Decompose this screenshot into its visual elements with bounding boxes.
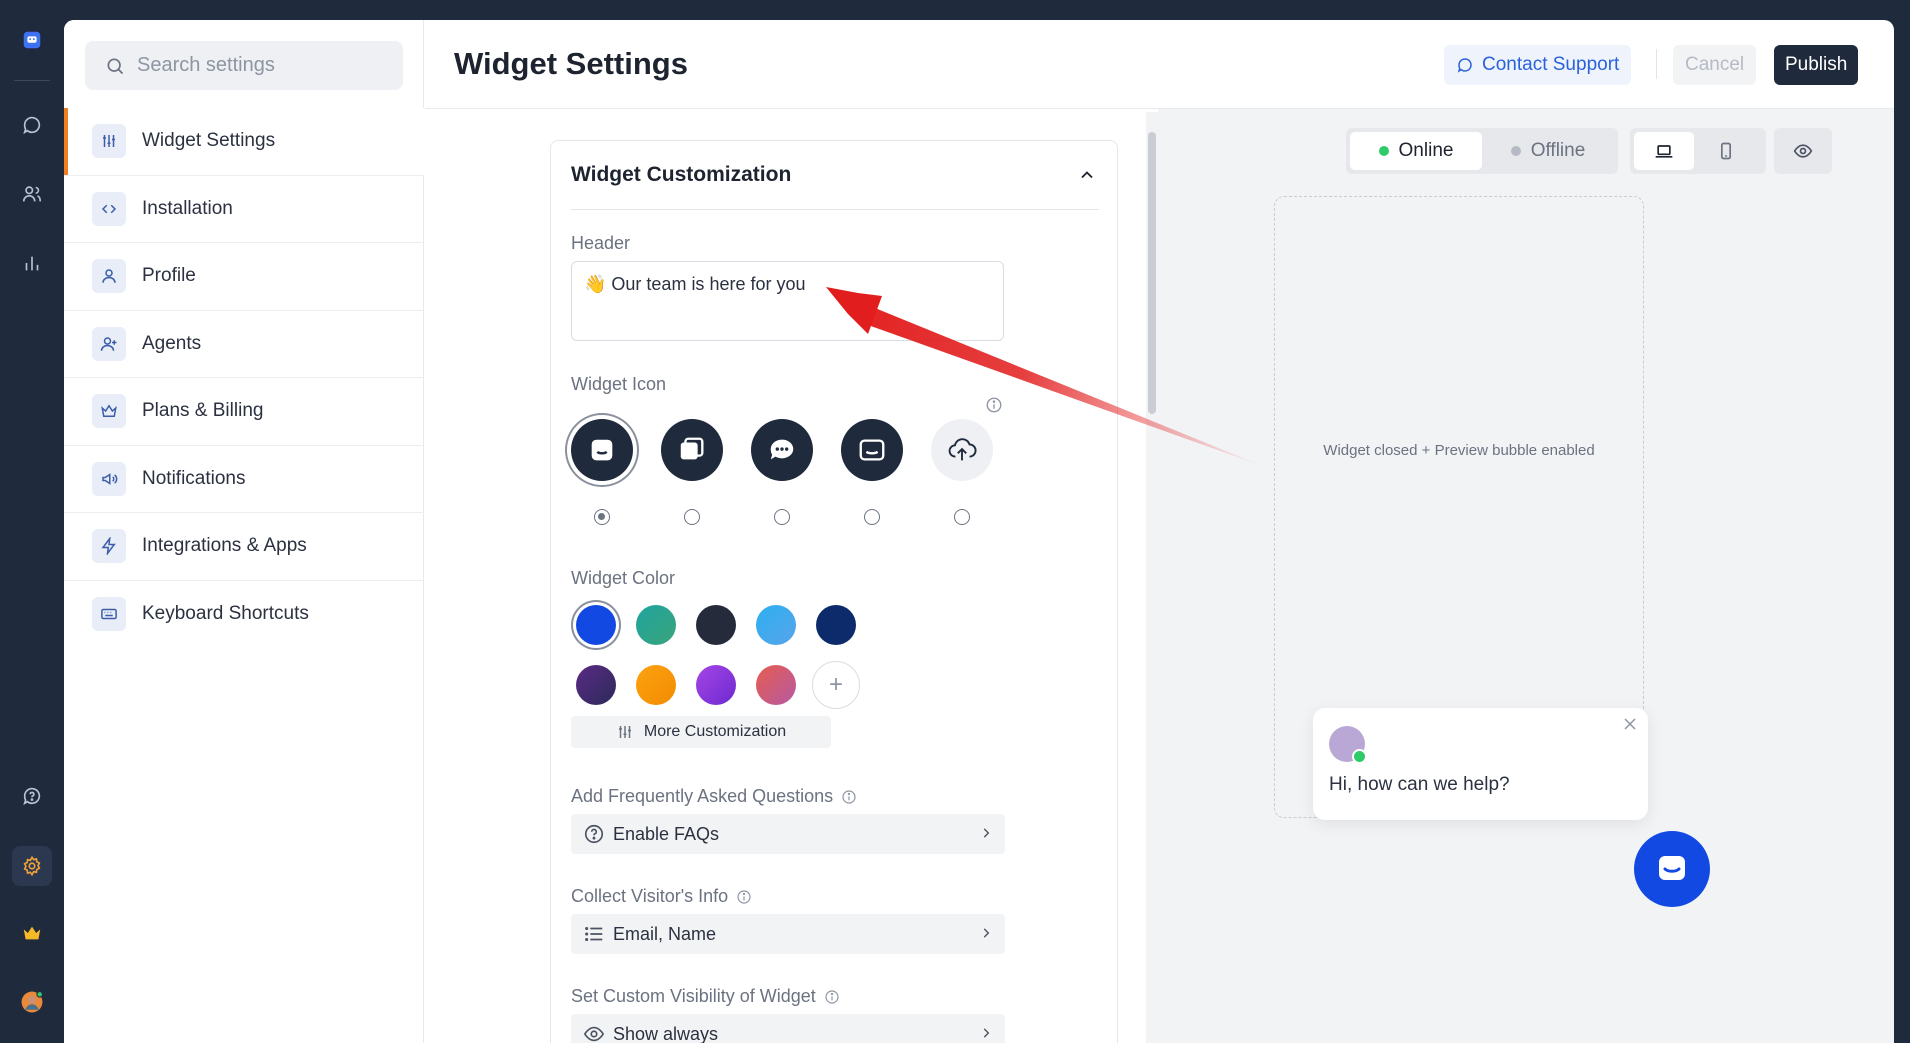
publish-button[interactable]: Publish: [1774, 45, 1859, 85]
offline-dot: [1510, 146, 1521, 156]
widget-color-label: Widget Color: [571, 568, 676, 588]
visitor-info-value: Email, Name: [613, 923, 717, 944]
chevron-up-icon[interactable]: [1077, 165, 1097, 185]
faq-label: Add Frequently Asked Questions: [571, 786, 857, 807]
widget-icon-option-2[interactable]: [661, 419, 723, 481]
reports-icon[interactable]: [12, 243, 52, 283]
color-swatch-purple-dark[interactable]: [576, 665, 616, 705]
agent-avatar: [1329, 726, 1367, 764]
widget-launcher-icon: [1659, 856, 1685, 880]
color-swatch-blue[interactable]: [576, 605, 616, 645]
settings-icon[interactable]: [12, 846, 52, 886]
upload-icon[interactable]: [931, 419, 993, 481]
list-icon: [585, 926, 603, 942]
preview-caption: Widget closed + Preview bubble enabled: [1323, 442, 1595, 459]
widget-icon-option-4[interactable]: [841, 419, 903, 481]
icon-rail: [0, 0, 64, 1043]
faq-select[interactable]: Enable FAQs: [571, 814, 1005, 854]
widget-launcher-button[interactable]: [1634, 831, 1710, 907]
more-customization-button[interactable]: More Customization: [571, 716, 831, 748]
more-customization-label: More Customization: [643, 723, 787, 740]
chevron-right-icon: [983, 1028, 990, 1038]
chat-icon: [1457, 58, 1472, 73]
header-field-label: Header: [571, 233, 631, 253]
bubble-text: Hi, how can we help?: [1329, 774, 1510, 795]
preview-button[interactable]: [1778, 132, 1828, 170]
contact-support-button[interactable]: Contact Support: [1444, 45, 1632, 85]
logo-icon[interactable]: [12, 20, 52, 60]
color-swatch-coral[interactable]: [756, 665, 796, 705]
online-toggle[interactable]: Online: [1350, 132, 1482, 170]
info-icon[interactable]: [824, 989, 840, 1005]
desktop-toggle[interactable]: [1634, 132, 1694, 170]
visitor-info-select[interactable]: Email, Name: [571, 914, 1005, 954]
user-avatar[interactable]: [12, 982, 52, 1022]
online-dot: [1378, 146, 1389, 156]
visibility-label-text: Set Custom Visibility of Widget: [571, 986, 816, 1006]
phone-icon: [1721, 142, 1731, 160]
card-title: Widget Customization: [571, 163, 792, 186]
offline-label: Offline: [1530, 140, 1586, 161]
header-input[interactable]: 👋 Our team is here for you: [571, 261, 1004, 341]
eye-icon: [1793, 144, 1813, 158]
scrollbar[interactable]: [1146, 112, 1158, 1043]
preview-bubble[interactable]: Hi, how can we help?: [1313, 708, 1648, 820]
color-swatch-violet[interactable]: [696, 665, 736, 705]
help-icon[interactable]: [12, 776, 52, 816]
visibility-label: Set Custom Visibility of Widget: [571, 986, 840, 1007]
scroll-thumb[interactable]: [1148, 132, 1156, 414]
chat-icon[interactable]: [12, 105, 52, 145]
crown-icon[interactable]: [12, 913, 52, 953]
color-swatch-orange[interactable]: [636, 665, 676, 705]
contact-support-label: Contact Support: [1482, 54, 1620, 75]
device-toggle: [1630, 128, 1766, 174]
contacts-icon[interactable]: [12, 174, 52, 214]
eye-icon: [583, 1026, 605, 1042]
color-swatch-sky[interactable]: [756, 605, 796, 645]
status-toggle: Online Offline: [1346, 128, 1618, 174]
widget-icon-label: Widget Icon: [571, 374, 667, 394]
close-icon[interactable]: [1624, 718, 1636, 730]
widget-icon-radio-5[interactable]: [954, 509, 970, 525]
add-color-button[interactable]: +: [812, 661, 860, 709]
color-swatch-navy[interactable]: [816, 605, 856, 645]
color-swatch-dark[interactable]: [696, 605, 736, 645]
faq-value: Enable FAQs: [613, 823, 720, 844]
online-label: Online: [1398, 140, 1454, 161]
sliders-icon: [618, 726, 631, 738]
widget-icon-radio-4[interactable]: [864, 509, 880, 525]
info-icon[interactable]: [736, 889, 752, 905]
faq-label-text: Add Frequently Asked Questions: [571, 786, 834, 806]
widget-customization-card: Widget Customization Header 👋 Our team i…: [550, 140, 1118, 1043]
info-icon[interactable]: [841, 789, 857, 805]
visitor-info-label: Collect Visitor's Info: [571, 886, 752, 907]
preview-eye-toggle: [1774, 128, 1832, 174]
color-swatch-teal[interactable]: [636, 605, 676, 645]
mobile-toggle[interactable]: [1694, 132, 1758, 170]
page-title: Widget Settings: [454, 46, 688, 81]
visibility-select[interactable]: Show always: [571, 1014, 1005, 1043]
info-icon[interactable]: [985, 396, 1003, 414]
chevron-right-icon: [983, 928, 990, 938]
question-circle-icon: [584, 824, 604, 844]
widget-icon-radio-3[interactable]: [774, 509, 790, 525]
widget-icon-radio-2[interactable]: [684, 509, 700, 525]
visitor-info-label-text: Collect Visitor's Info: [571, 886, 729, 906]
header-separator: [1656, 49, 1657, 79]
widget-icon-option-3[interactable]: [751, 419, 813, 481]
card-divider: [571, 209, 1099, 210]
laptop-icon: [1655, 145, 1673, 158]
cancel-button[interactable]: Cancel: [1673, 45, 1757, 85]
rail-divider: [14, 80, 50, 81]
widget-icon-option-1[interactable]: [571, 419, 633, 481]
widget-icon-radio-1[interactable]: [594, 509, 610, 525]
visibility-value: Show always: [613, 1023, 719, 1043]
offline-toggle[interactable]: Offline: [1482, 132, 1614, 170]
chevron-right-icon: [983, 828, 990, 838]
